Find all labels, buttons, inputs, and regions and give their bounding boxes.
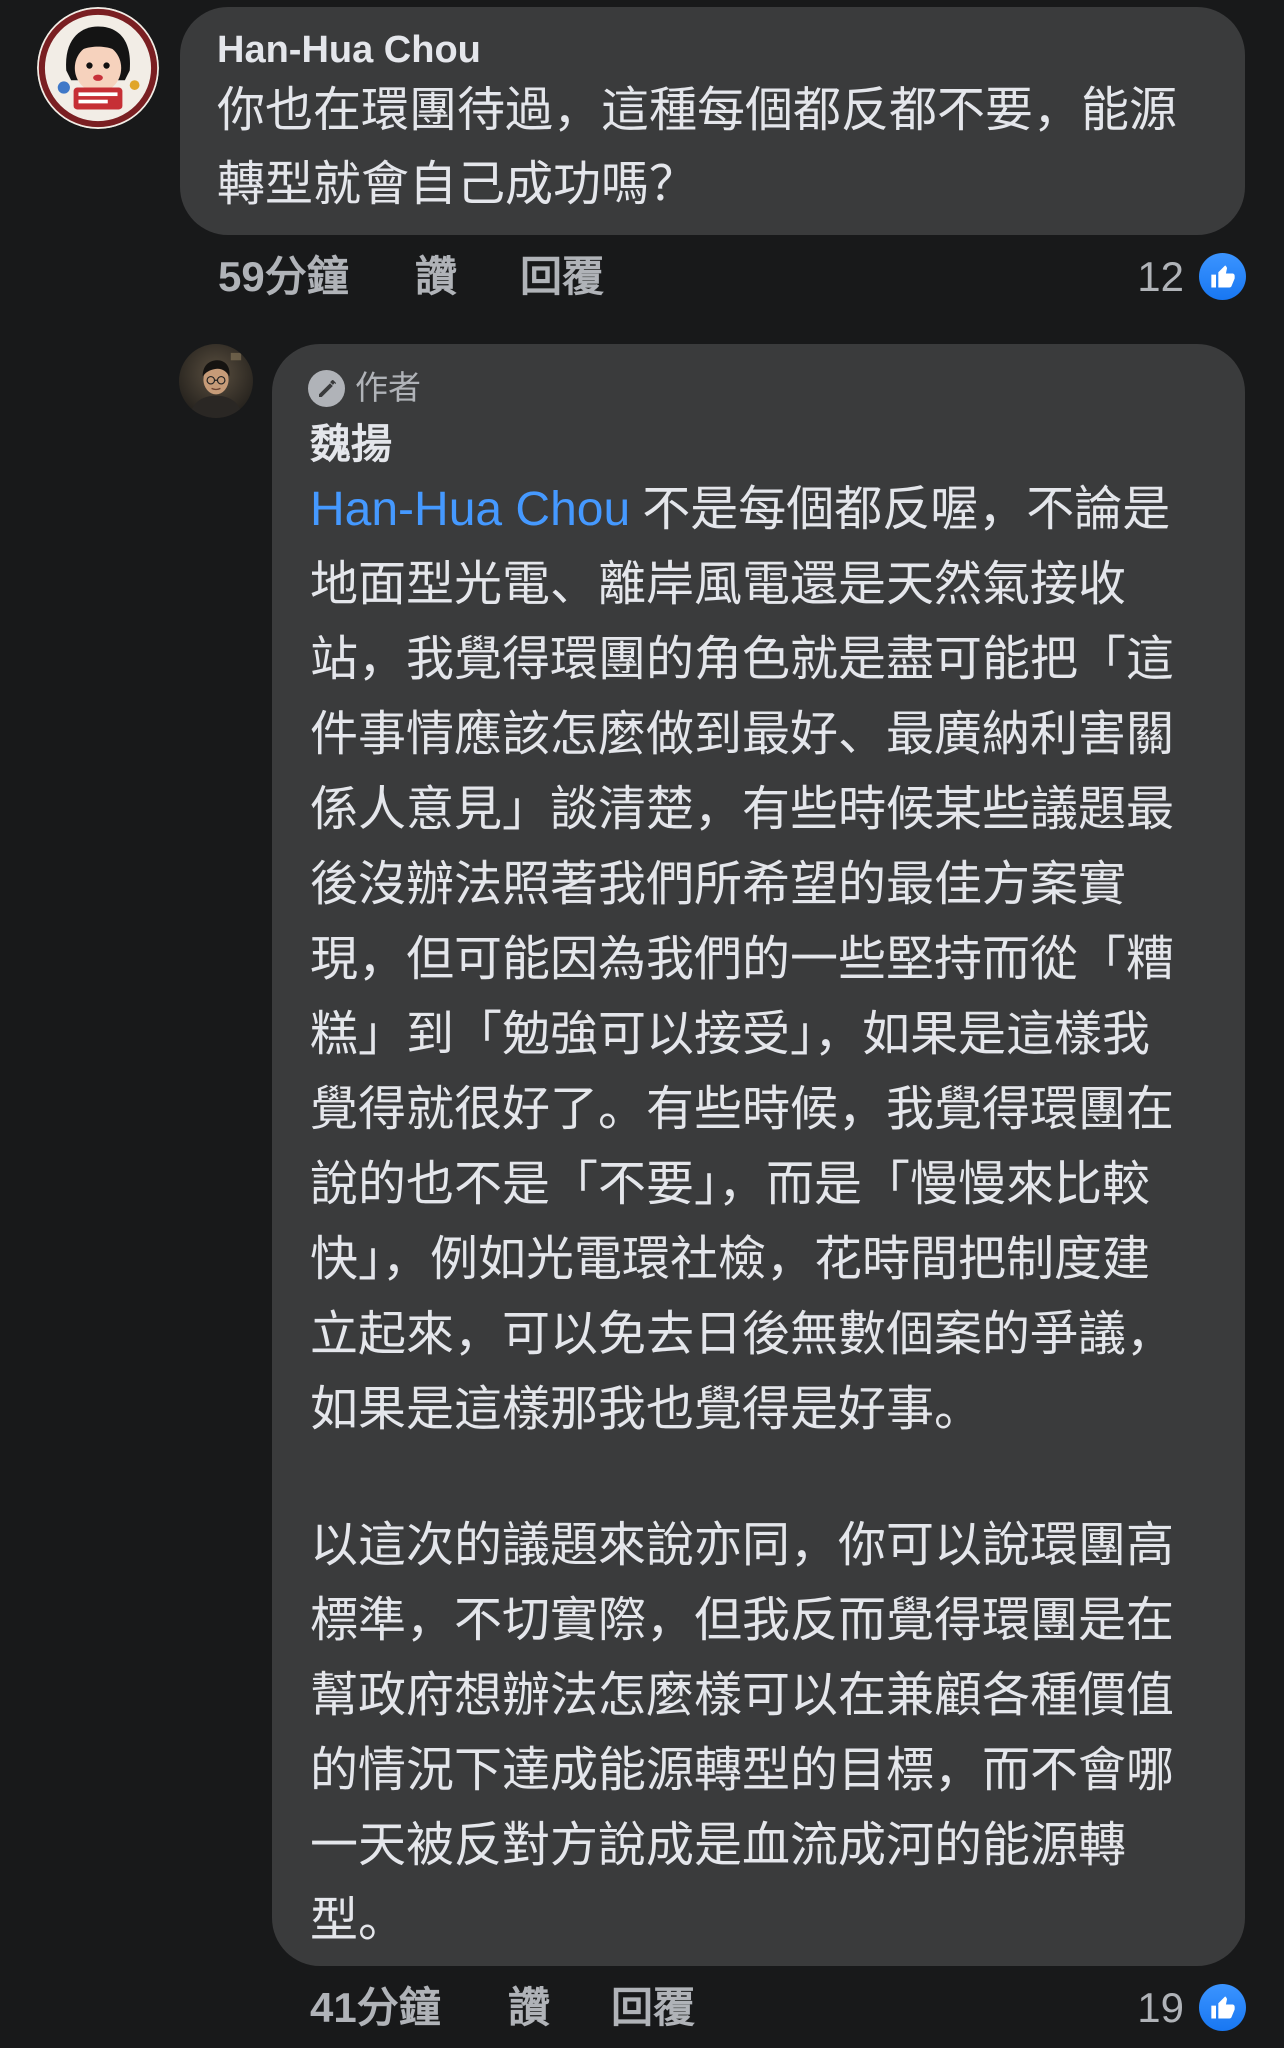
comment-bubble: Han-Hua Chou 你也在環團待過，這種每個都反都不要，能源 轉型就會自己… — [180, 7, 1245, 235]
mention-link[interactable]: Han-Hua Chou — [310, 483, 630, 536]
reply-text-line: 標準，不切實際，但我反而覺得環團是在 — [310, 1594, 1175, 1647]
avatar[interactable] — [179, 344, 253, 418]
thumbs-up-icon[interactable] — [1199, 253, 1246, 300]
avatar-image — [179, 344, 253, 418]
author-badge-label: 作者 — [355, 369, 421, 406]
comment-author-name[interactable]: Han-Hua Chou — [217, 25, 481, 75]
reply-text-line: 件事情應該怎麼做到最好、最廣納利害關 — [310, 708, 1175, 761]
reply-text-line: 說的也不是「不要」，而是「慢慢來比較 — [310, 1158, 1151, 1211]
comment-thread: Han-Hua Chou 你也在環團待過，這種每個都反都不要，能源 轉型就會自己… — [0, 0, 1284, 2048]
comment-text-line: 轉型就會自己成功嗎？ — [217, 158, 698, 211]
comment-timestamp[interactable]: 59分鐘 — [218, 252, 349, 302]
reply-paragraph: 以這次的議題來說亦同，你可以說環團高 標準，不切實際，但我反而覺得環團是在 幫政… — [310, 1508, 1230, 1958]
reply-text-line: 地面型光電、離岸風電還是天然氣接收 — [310, 558, 1127, 611]
reply-text-line: 站，我覺得環團的角色就是盡可能把「這 — [310, 633, 1175, 686]
reaction-count[interactable]: 19 — [1137, 1983, 1184, 2033]
reply-paragraph: Han-Hua Chou 不是每個都反喔，不論是 地面型光電、離岸風電還是天然氣接… — [310, 472, 1230, 1447]
reply-text-line: 後沒辦法照著我們所希望的最佳方案實 — [310, 858, 1127, 911]
reply-text-line: Han-Hua Chou 不是每個都反喔，不論是 — [310, 472, 1170, 547]
thumbs-up-icon[interactable] — [1199, 1984, 1246, 2031]
reply-button[interactable]: 回覆 — [520, 252, 604, 302]
reply-text-line: 係人意見」談清楚，有些時候某些議題最 — [310, 783, 1175, 836]
reply-text-line: 立起來，可以免去日後無數個案的爭議， — [310, 1308, 1175, 1361]
reply-text-line: 的情況下達成能源轉型的目標，而不會哪 — [310, 1744, 1175, 1797]
reply-text-line: 幫政府想辦法怎麼樣可以在兼顧各種價值 — [310, 1669, 1175, 1722]
reply-text-line: 型。 — [310, 1894, 407, 1947]
avatar[interactable] — [37, 7, 159, 129]
pencil-icon — [308, 370, 345, 407]
reply-text-line: 以這次的議題來說亦同，你可以說環團高 — [310, 1519, 1175, 1572]
reply-text-line: 快」，例如光電環社檢，花時間把制度建 — [310, 1233, 1151, 1286]
comment-text: 你也在環團待過，這種每個都反都不要，能源 轉型就會自己成功嗎？ — [217, 74, 1227, 222]
like-button[interactable]: 讚 — [508, 1983, 550, 2033]
reply-timestamp[interactable]: 41分鐘 — [310, 1983, 441, 2033]
reply-text-line: 糕」到「勉強可以接受」，如果是這樣我 — [310, 1008, 1151, 1061]
comment-text-line: 你也在環團待過，這種每個都反都不要，能源 — [217, 84, 1178, 137]
reply-text-line: 覺得就很好了。有些時候，我覺得環團在 — [310, 1083, 1175, 1136]
avatar-image — [37, 7, 159, 129]
reply-text-line: 如果是這樣那我也覺得是好事。 — [310, 1383, 983, 1436]
reply-text-segment: 不是每個都反喔，不論是 — [642, 483, 1171, 536]
reply-button[interactable]: 回覆 — [611, 1983, 695, 2033]
reply-author-name[interactable]: 魏揚 — [310, 419, 392, 469]
like-button[interactable]: 讚 — [415, 252, 457, 302]
reply-text-line: 現，但可能因為我們的一些堅持而從「糟 — [310, 933, 1175, 986]
reply-text-line: 一天被反對方說成是血流成河的能源轉 — [310, 1819, 1127, 1872]
reaction-count[interactable]: 12 — [1137, 252, 1184, 302]
reply-bubble: 作者 魏揚 Han-Hua Chou 不是每個都反喔，不論是 地面型光電、離岸風電… — [272, 344, 1245, 1966]
